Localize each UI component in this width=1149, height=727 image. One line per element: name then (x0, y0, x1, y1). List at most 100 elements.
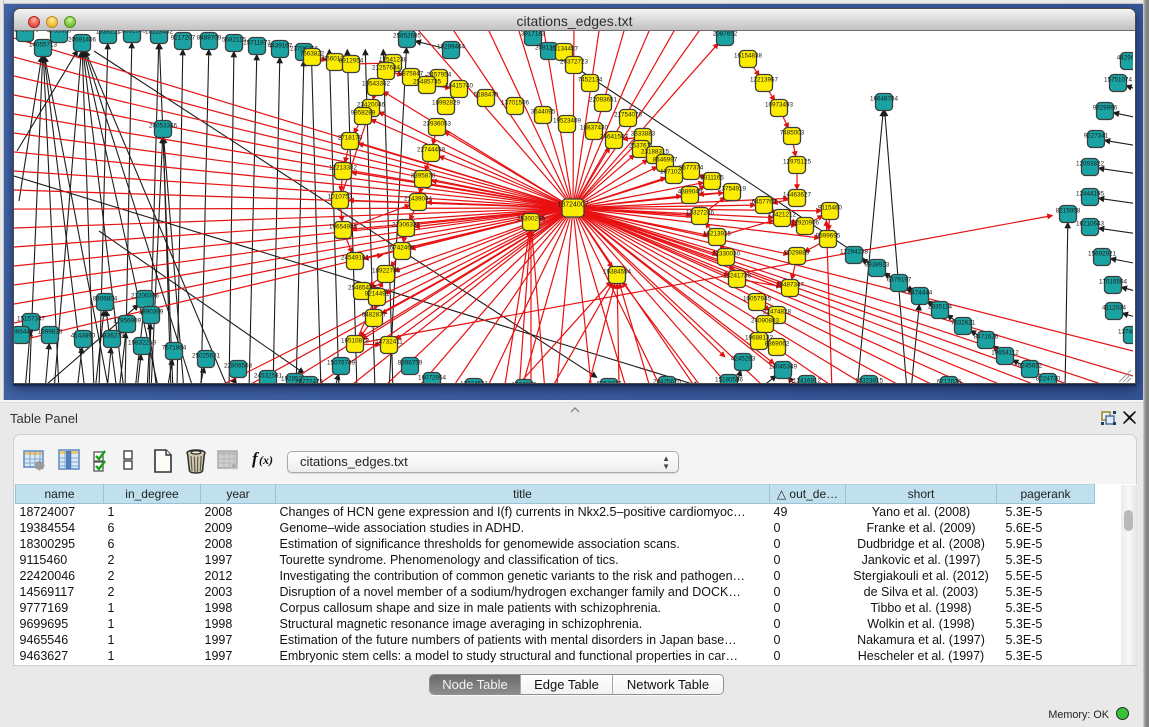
svg-text:16415740: 16415740 (445, 83, 474, 90)
svg-text:2718170: 2718170 (338, 135, 363, 142)
svg-text:6742460: 6742460 (390, 245, 415, 252)
svg-text:2066449: 2066449 (14, 329, 34, 336)
svg-text:9474444: 9474444 (908, 290, 933, 297)
svg-text:10837430: 10837430 (580, 125, 609, 132)
svg-text:12093822: 12093822 (1076, 161, 1105, 168)
svg-text:8806804: 8806804 (93, 296, 118, 303)
svg-text:1010753: 1010753 (328, 194, 353, 201)
svg-text:25485735: 25485735 (413, 79, 442, 86)
svg-text:19299464: 19299464 (437, 44, 466, 51)
svg-text:8912954: 8912954 (339, 58, 364, 65)
svg-text:3333883: 3333883 (631, 131, 656, 138)
svg-text:9245652: 9245652 (1018, 363, 1043, 370)
svg-text:19523409: 19523409 (553, 118, 582, 125)
svg-text:24090883: 24090883 (751, 318, 780, 325)
svg-text:4429607: 4429607 (1117, 55, 1133, 62)
svg-text:6482877: 6482877 (362, 312, 387, 319)
svg-text:9958289: 9958289 (351, 110, 376, 117)
svg-text:1999828: 1999828 (38, 329, 63, 336)
svg-text:18724007: 18724007 (557, 202, 588, 209)
svg-text:22744459: 22744459 (417, 147, 446, 154)
svg-text:16072954: 16072954 (418, 375, 447, 382)
svg-text:7485003: 7485003 (780, 130, 805, 137)
svg-text:23487347: 23487347 (776, 282, 805, 289)
svg-text:5188470: 5188470 (474, 92, 499, 99)
svg-text:10543362: 10543362 (362, 81, 391, 88)
svg-text:21257684: 21257684 (372, 65, 401, 72)
svg-text:13421212: 13421212 (768, 212, 797, 219)
svg-text:4112034: 4112034 (1102, 305, 1127, 312)
svg-text:3395870: 3395870 (411, 173, 436, 180)
svg-text:19384554: 19384554 (603, 269, 632, 276)
svg-text:7632621: 7632621 (951, 320, 976, 327)
svg-text:9227341: 9227341 (1084, 133, 1109, 140)
svg-text:8336273: 8336273 (100, 333, 125, 340)
svg-text:12213382: 12213382 (329, 165, 358, 172)
svg-text:6379197: 6379197 (887, 277, 912, 284)
svg-text:9875847: 9875847 (399, 71, 424, 78)
svg-text:14463627: 14463627 (783, 192, 812, 199)
svg-text:4735650: 4735650 (47, 31, 72, 35)
svg-text:7663822: 7663822 (300, 51, 325, 58)
svg-text:8215958: 8215958 (1056, 208, 1081, 215)
svg-text:25300295: 25300295 (517, 216, 546, 223)
svg-text:15076749: 15076749 (327, 360, 356, 367)
svg-text:25882305: 25882305 (118, 31, 147, 35)
svg-text:18992829: 18992829 (432, 100, 461, 107)
svg-text:8646997: 8646997 (653, 157, 678, 164)
svg-text:24425670: 24425670 (653, 379, 682, 384)
svg-text:18922760: 18922760 (372, 268, 401, 275)
svg-text:4389045: 4389045 (678, 189, 703, 196)
svg-text:12416912: 12416912 (793, 378, 822, 384)
svg-text:10228452: 10228452 (145, 31, 174, 36)
svg-text:16213925: 16213925 (703, 231, 732, 238)
svg-text:13134457: 13134457 (550, 46, 579, 53)
svg-text:20691406: 20691406 (68, 37, 97, 44)
svg-text:19654985: 19654985 (329, 224, 358, 231)
svg-text:10057945: 10057945 (743, 296, 772, 303)
svg-text:12975125: 12975125 (783, 159, 812, 166)
svg-text:9329966: 9329966 (1093, 105, 1118, 112)
svg-text:16154838: 16154838 (734, 53, 763, 60)
svg-text:8811165: 8811165 (700, 175, 724, 182)
svg-text:9115460: 9115460 (818, 205, 843, 212)
svg-text:(x): (x) (259, 453, 273, 467)
svg-text:8224730: 8224730 (1036, 376, 1061, 383)
svg-text:4143890: 4143890 (71, 333, 96, 340)
svg-text:23936053: 23936053 (423, 121, 452, 128)
svg-text:9217207: 9217207 (171, 35, 196, 42)
svg-text:21754078: 21754078 (614, 112, 643, 119)
svg-text:15751074: 15751074 (1104, 77, 1133, 84)
svg-text:12444195: 12444195 (1076, 191, 1105, 198)
svg-text:15692921: 15692921 (1088, 251, 1117, 258)
svg-text:10323815: 10323815 (855, 378, 884, 384)
svg-text:16210643: 16210643 (1076, 221, 1105, 228)
svg-text:15180586: 15180586 (715, 377, 744, 384)
svg-text:8369062: 8369062 (765, 341, 790, 348)
svg-text:6357277: 6357277 (597, 381, 622, 384)
svg-text:13045349: 13045349 (769, 364, 798, 371)
svg-text:3917183: 3917183 (521, 31, 546, 38)
svg-text:9699695: 9699695 (816, 233, 841, 240)
svg-text:1890399: 1890399 (139, 309, 164, 316)
svg-text:16648784: 16648784 (870, 96, 899, 103)
svg-text:12294238: 12294238 (840, 249, 869, 256)
svg-text:20772475: 20772475 (295, 379, 324, 384)
svg-text:24641507: 24641507 (600, 134, 629, 141)
svg-text:16510878: 16510878 (341, 338, 370, 345)
svg-text:22330030: 22330030 (712, 251, 741, 258)
svg-text:17956909: 17956909 (113, 318, 142, 325)
svg-text:2935114: 2935114 (928, 304, 953, 311)
svg-text:8396759: 8396759 (398, 360, 423, 367)
svg-text:12213967: 12213967 (750, 77, 779, 84)
svg-text:10327246: 10327246 (686, 210, 715, 217)
svg-text:22806503: 22806503 (224, 363, 253, 370)
svg-text:12920906: 12920906 (791, 220, 820, 227)
svg-text:6457765: 6457765 (752, 199, 777, 206)
svg-text:22455603: 22455603 (14, 31, 39, 34)
svg-text:4245263: 4245263 (731, 356, 756, 363)
svg-text:6217026: 6217026 (937, 379, 962, 384)
svg-text:7671884: 7671884 (162, 345, 187, 352)
svg-text:13732411: 13732411 (375, 339, 403, 346)
svg-text:1218062: 1218062 (512, 382, 537, 384)
